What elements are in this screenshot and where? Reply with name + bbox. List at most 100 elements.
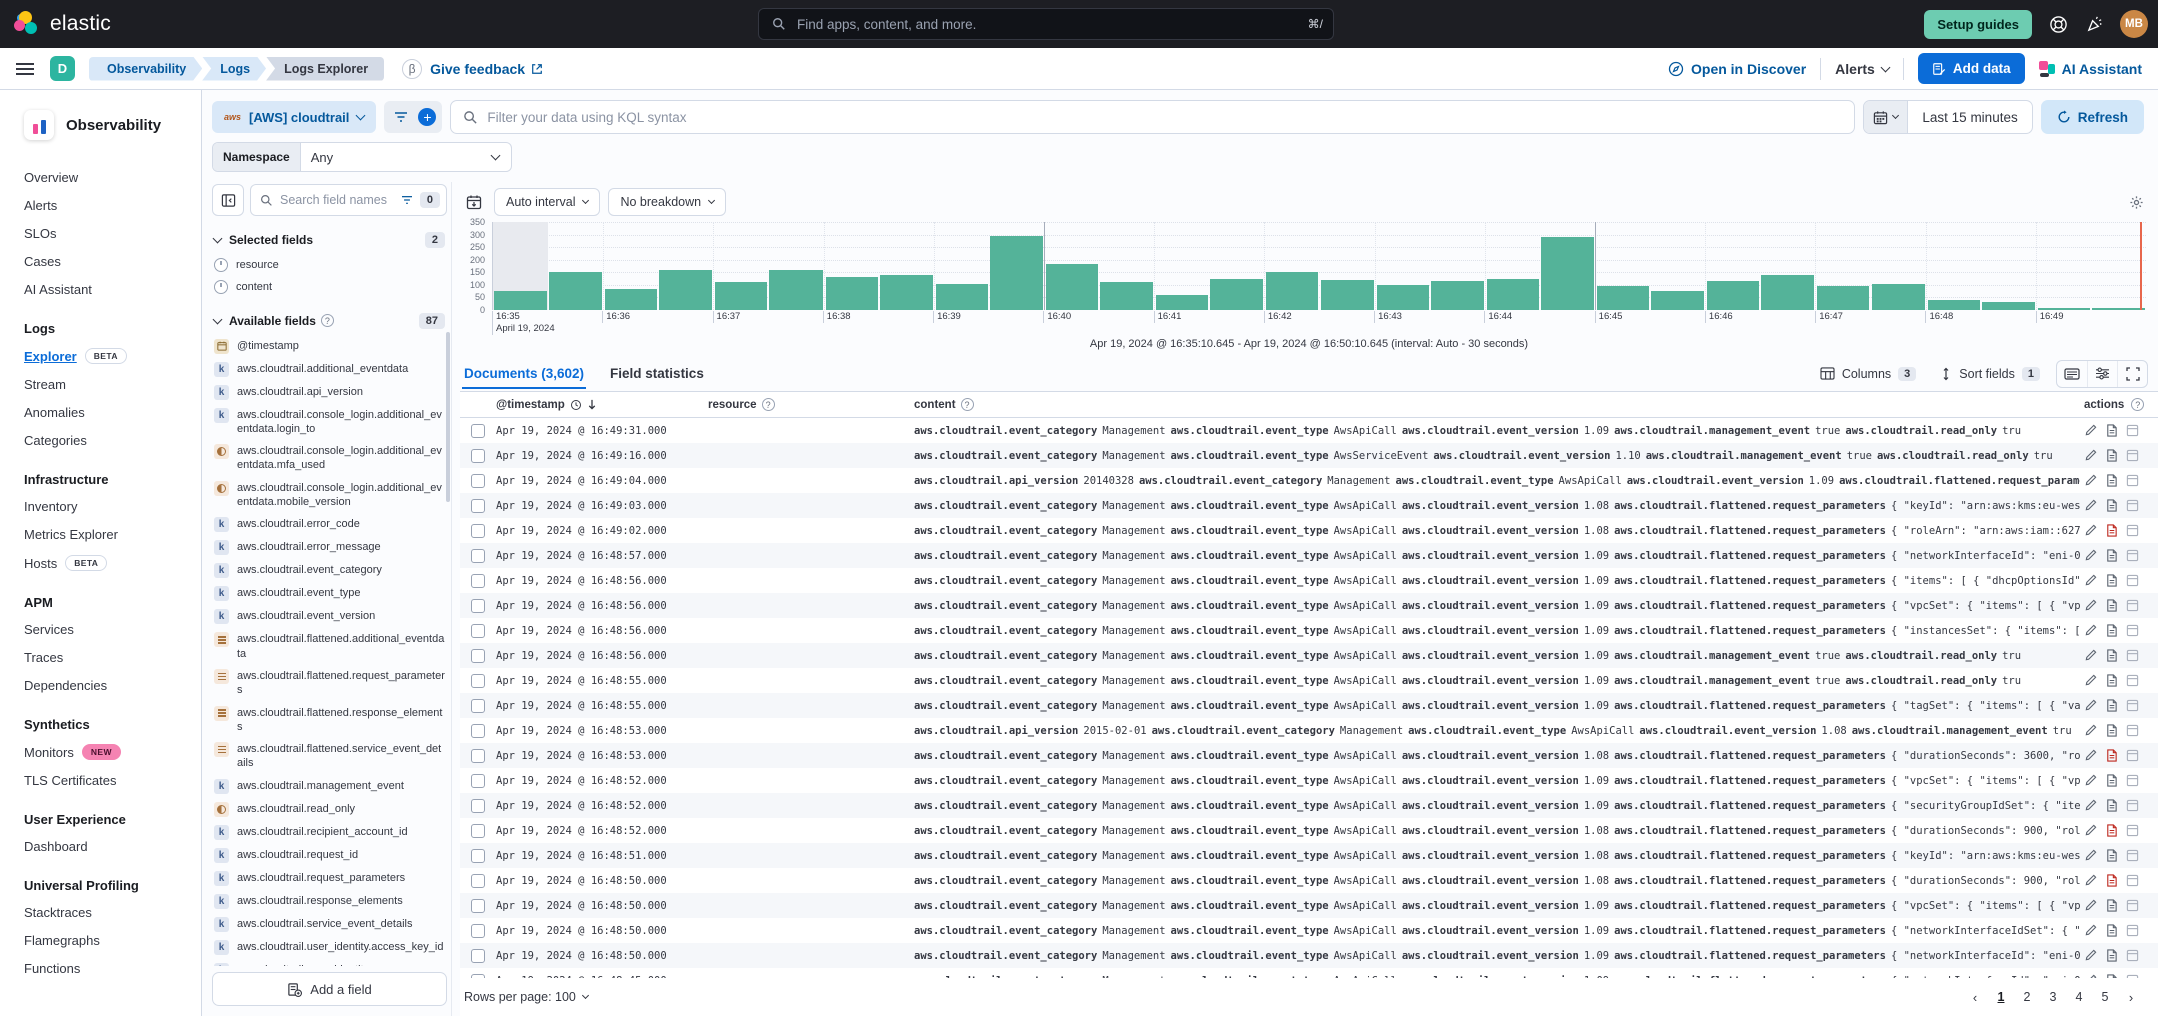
expand-row-icon[interactable] bbox=[2126, 824, 2140, 838]
field-item[interactable]: aws.cloudtrail.console_login.additional_… bbox=[212, 477, 447, 514]
tab-documents[interactable]: Documents (3,602) bbox=[462, 358, 586, 389]
histogram-bar[interactable] bbox=[2036, 222, 2091, 310]
edit-icon[interactable] bbox=[2084, 599, 2098, 613]
expand-row-icon[interactable] bbox=[2126, 624, 2140, 638]
sidebar-item-ai-assistant[interactable]: AI Assistant bbox=[24, 282, 193, 297]
field-item[interactable]: kaws.cloudtrail.service_event_details bbox=[212, 913, 447, 936]
expand-row-icon[interactable] bbox=[2126, 774, 2140, 788]
field-item[interactable]: aws.cloudtrail.flattened.response_elemen… bbox=[212, 702, 447, 739]
row-checkbox[interactable] bbox=[471, 899, 485, 913]
histogram-bar[interactable] bbox=[1320, 222, 1375, 310]
edit-icon[interactable] bbox=[2084, 824, 2098, 838]
histogram-bar[interactable] bbox=[658, 222, 713, 310]
histogram-bar[interactable] bbox=[548, 222, 603, 310]
table-row[interactable]: Apr 19, 2024 @ 16:48:56.000aws.cloudtrai… bbox=[460, 568, 2158, 593]
open-document-icon[interactable] bbox=[2105, 899, 2119, 913]
histogram-bar[interactable] bbox=[1926, 222, 1981, 310]
columns-button[interactable]: Columns 3 bbox=[1812, 363, 1924, 385]
field-item[interactable]: aws.cloudtrail.flattened.request_paramet… bbox=[212, 665, 447, 702]
user-avatar[interactable]: MB bbox=[2120, 10, 2148, 38]
field-search-input[interactable]: Search field names 0 bbox=[250, 184, 447, 216]
histogram-bar[interactable] bbox=[989, 222, 1044, 310]
table-row[interactable]: Apr 19, 2024 @ 16:48:50.000aws.cloudtrai… bbox=[460, 918, 2158, 943]
sidebar-item-anomalies[interactable]: Anomalies bbox=[24, 405, 193, 420]
available-fields-header[interactable]: Available fields? 87 bbox=[212, 307, 447, 335]
row-checkbox[interactable] bbox=[471, 924, 485, 938]
row-settings-button[interactable] bbox=[2087, 361, 2117, 387]
edit-icon[interactable] bbox=[2084, 724, 2098, 738]
sidebar-item-functions[interactable]: Functions bbox=[24, 961, 193, 976]
histogram-bar[interactable] bbox=[1650, 222, 1705, 310]
refresh-button[interactable]: Refresh bbox=[2041, 100, 2144, 134]
setup-guides-button[interactable]: Setup guides bbox=[1924, 10, 2032, 39]
field-item[interactable]: kaws.cloudtrail.error_message bbox=[212, 536, 447, 559]
expand-row-icon[interactable] bbox=[2126, 674, 2140, 688]
open-document-icon[interactable] bbox=[2105, 724, 2119, 738]
row-checkbox[interactable] bbox=[471, 749, 485, 763]
calendar-dropdown-button[interactable] bbox=[1864, 101, 1908, 133]
field-item[interactable]: kaws.cloudtrail.request_parameters bbox=[212, 867, 447, 890]
expand-row-icon[interactable] bbox=[2126, 749, 2140, 763]
expand-row-icon[interactable] bbox=[2126, 874, 2140, 888]
field-item[interactable]: kaws.cloudtrail.recipient_account_id bbox=[212, 821, 447, 844]
tab-field-statistics[interactable]: Field statistics bbox=[608, 358, 706, 389]
row-checkbox[interactable] bbox=[471, 624, 485, 638]
open-document-icon[interactable] bbox=[2105, 674, 2119, 688]
page-1[interactable]: 1 bbox=[1990, 986, 2012, 1008]
table-row[interactable]: Apr 19, 2024 @ 16:48:53.000aws.cloudtrai… bbox=[460, 743, 2158, 768]
whats-new-icon[interactable] bbox=[2084, 14, 2104, 34]
row-checkbox[interactable] bbox=[471, 574, 485, 588]
row-checkbox[interactable] bbox=[471, 724, 485, 738]
field-item[interactable]: kaws.cloudtrail.event_type bbox=[212, 582, 447, 605]
histogram-bar[interactable] bbox=[493, 222, 548, 310]
row-checkbox[interactable] bbox=[471, 474, 485, 488]
field-item[interactable]: content bbox=[212, 276, 447, 298]
expand-row-icon[interactable] bbox=[2126, 899, 2140, 913]
expand-row-icon[interactable] bbox=[2126, 574, 2140, 588]
sidebar-item-metrics-explorer[interactable]: Metrics Explorer bbox=[24, 527, 193, 542]
row-checkbox[interactable] bbox=[471, 949, 485, 963]
sort-desc-icon[interactable] bbox=[587, 399, 597, 410]
sidebar-item-hosts[interactable]: HostsBETA bbox=[24, 555, 193, 571]
open-document-icon[interactable] bbox=[2105, 549, 2119, 563]
edit-icon[interactable] bbox=[2084, 524, 2098, 538]
expand-row-icon[interactable] bbox=[2126, 799, 2140, 813]
edit-icon[interactable] bbox=[2084, 874, 2098, 888]
header-timestamp[interactable]: @timestamp bbox=[496, 399, 565, 411]
histogram-bar[interactable] bbox=[768, 222, 823, 310]
sidebar-item-inventory[interactable]: Inventory bbox=[24, 499, 193, 514]
histogram-bar[interactable] bbox=[1871, 222, 1926, 310]
expand-row-icon[interactable] bbox=[2126, 649, 2140, 663]
previous-page-button[interactable]: ‹ bbox=[1964, 986, 1986, 1008]
table-row[interactable]: Apr 19, 2024 @ 16:48:56.000aws.cloudtrai… bbox=[460, 618, 2158, 643]
display-density-button[interactable] bbox=[2057, 361, 2087, 387]
degraded-document-icon[interactable] bbox=[2105, 874, 2119, 888]
expand-row-icon[interactable] bbox=[2126, 449, 2140, 463]
histogram-bar[interactable] bbox=[1540, 222, 1595, 310]
expand-row-icon[interactable] bbox=[2126, 599, 2140, 613]
field-item[interactable]: kaws.cloudtrail.response_elements bbox=[212, 890, 447, 913]
next-page-button[interactable]: › bbox=[2120, 986, 2142, 1008]
histogram-bar[interactable] bbox=[1595, 222, 1650, 310]
open-document-icon[interactable] bbox=[2105, 424, 2119, 438]
table-row[interactable]: Apr 19, 2024 @ 16:48:56.000aws.cloudtrai… bbox=[460, 643, 2158, 668]
breadcrumb-observability[interactable]: Observability bbox=[89, 57, 202, 81]
sidebar-item-stream[interactable]: Stream bbox=[24, 377, 193, 392]
edit-icon[interactable] bbox=[2084, 849, 2098, 863]
expand-row-icon[interactable] bbox=[2126, 849, 2140, 863]
field-item[interactable]: resource bbox=[212, 254, 447, 276]
edit-icon[interactable] bbox=[2084, 699, 2098, 713]
histogram-bar[interactable] bbox=[1264, 222, 1319, 310]
expand-row-icon[interactable] bbox=[2126, 699, 2140, 713]
edit-icon[interactable] bbox=[2084, 949, 2098, 963]
sidebar-item-cases[interactable]: Cases bbox=[24, 254, 193, 269]
edit-icon[interactable] bbox=[2084, 749, 2098, 763]
add-filter-button[interactable]: + bbox=[418, 108, 436, 126]
edit-icon[interactable] bbox=[2084, 799, 2098, 813]
alerts-dropdown[interactable]: Alerts bbox=[1835, 61, 1889, 77]
field-item[interactable]: kaws.cloudtrail.console_login.additional… bbox=[212, 404, 447, 441]
table-row[interactable]: Apr 19, 2024 @ 16:48:55.000aws.cloudtrai… bbox=[460, 693, 2158, 718]
open-document-icon[interactable] bbox=[2105, 599, 2119, 613]
elastic-logo[interactable]: elastic bbox=[14, 11, 111, 37]
open-document-icon[interactable] bbox=[2105, 699, 2119, 713]
